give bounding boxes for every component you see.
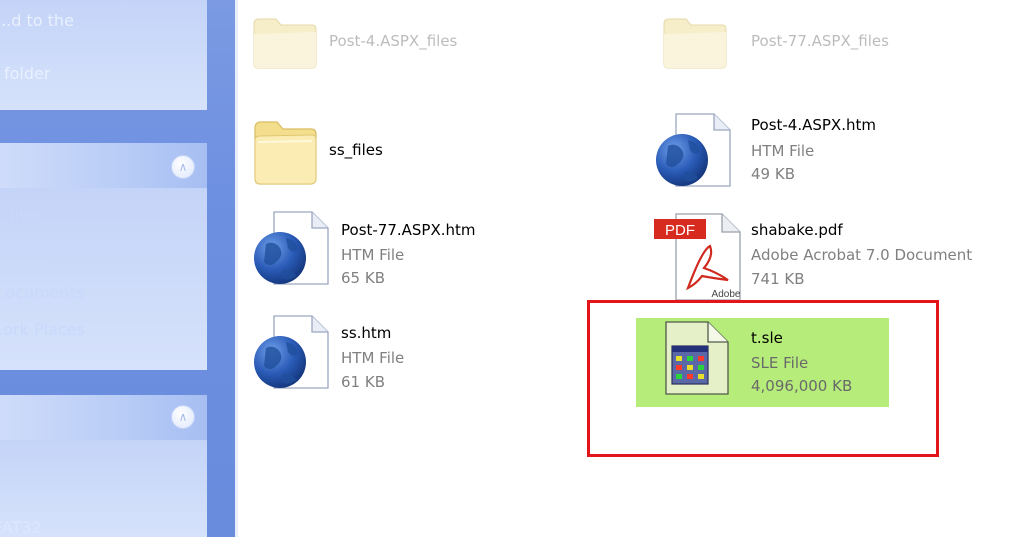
pdf-brand-text: Adobe — [712, 289, 741, 300]
other-places-box: ...uter ...nents ...ocuments ...ork Plac… — [0, 188, 207, 370]
file-name: ss_files — [329, 141, 383, 159]
task-partial-folder[interactable]: folder — [4, 64, 50, 83]
other-place-link-network-places[interactable]: ...ork Places — [0, 320, 85, 339]
task-partial-text[interactable]: ...d to the — [0, 11, 74, 30]
other-place-link-documents[interactable]: ...nents — [0, 245, 50, 264]
folder-icon — [663, 18, 727, 69]
other-place-link-shared-documents[interactable]: ...ocuments — [0, 283, 84, 302]
file-name: shabake.pdf — [751, 221, 843, 239]
htm-file-icon — [254, 211, 329, 285]
collapse-chevron-icon-2[interactable]: ∧ — [171, 405, 195, 429]
file-type: Adobe Acrobat 7.0 Document — [751, 246, 973, 264]
file-type: HTM File — [341, 349, 405, 367]
file-name: Post-77.ASPX_files — [751, 32, 889, 50]
annotation-highlight-box — [587, 300, 939, 457]
task-pane: ...d to the folder ∧ ...uter ...nents ..… — [0, 0, 235, 537]
collapse-chevron-icon[interactable]: ∧ — [171, 155, 195, 179]
file-size: 61 KB — [341, 373, 385, 391]
details-header[interactable]: ∧ — [0, 395, 207, 440]
file-name: ss.htm — [341, 324, 392, 342]
other-place-link-computer[interactable]: ...uter — [0, 206, 42, 225]
list-item-post77-htm[interactable]: Post-77.ASPX.htm HTM File 65 KB — [252, 206, 582, 290]
file-type: HTM File — [751, 142, 815, 160]
pane-divider — [235, 0, 238, 537]
file-size: 49 KB — [751, 165, 795, 183]
file-size: 741 KB — [751, 270, 805, 288]
list-item-ss-htm[interactable]: ss.htm HTM File 61 KB — [252, 312, 552, 398]
file-name: Post-77.ASPX.htm — [341, 221, 476, 239]
file-type: HTM File — [341, 246, 405, 264]
file-tasks-box: ...d to the folder — [0, 0, 207, 110]
list-item-shabake-pdf[interactable]: PDF Adobe shabake.pdf Adobe Acrobat 7.0 … — [652, 208, 1028, 301]
file-size: 65 KB — [341, 269, 385, 287]
folder-icon — [254, 121, 317, 185]
file-name: Post-4.ASPX.htm — [751, 116, 876, 134]
pdf-file-icon: PDF Adobe — [654, 213, 741, 301]
folder-icon — [253, 18, 317, 69]
details-filesystem: FAT32 — [0, 518, 42, 537]
htm-file-icon — [656, 113, 731, 187]
list-item-ss-files-folder[interactable]: ss_files — [252, 118, 552, 190]
list-item-post4-htm[interactable]: Post-4.ASPX.htm HTM File 49 KB — [652, 108, 1022, 188]
file-name: Post-4.ASPX_files — [329, 32, 458, 50]
pdf-badge-text: PDF — [665, 222, 695, 239]
list-item-post77-files-folder[interactable]: Post-77.ASPX_files — [662, 10, 962, 70]
details-box: FAT32 — [0, 440, 207, 537]
list-item-post4-files-folder[interactable]: Post-4.ASPX_files — [252, 10, 552, 70]
other-places-header[interactable]: ∧ — [0, 143, 207, 188]
htm-file-icon — [254, 315, 329, 389]
